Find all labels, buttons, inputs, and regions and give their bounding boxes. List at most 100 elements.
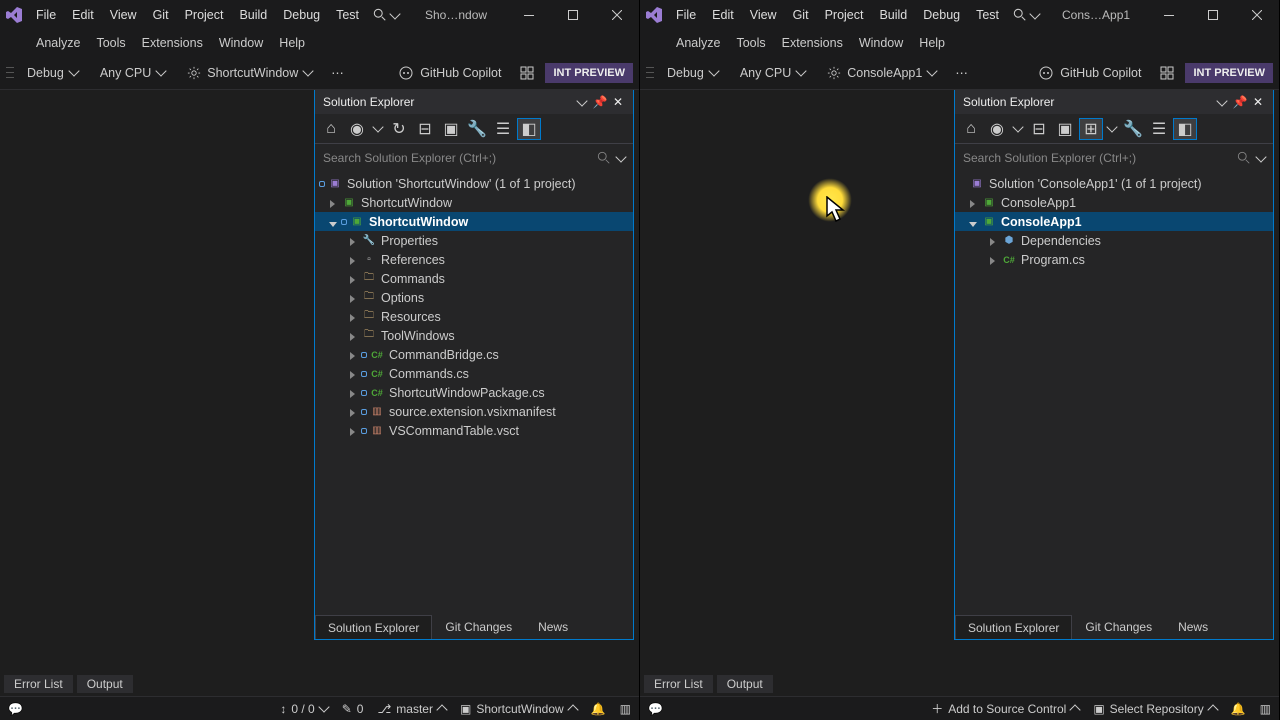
- minimize-button[interactable]: [507, 0, 551, 30]
- startup-project-status[interactable]: ▣ShortcutWindow: [460, 702, 577, 716]
- github-copilot-button[interactable]: GitHub Copilot: [390, 61, 509, 85]
- close-icon[interactable]: ✕: [1251, 95, 1265, 109]
- tree-item[interactable]: C#Commands.cs: [315, 364, 633, 383]
- menu-git[interactable]: Git: [785, 0, 817, 30]
- overflow-button[interactable]: ⋯: [325, 65, 351, 80]
- edits-count[interactable]: ✎0: [342, 702, 364, 716]
- close-button[interactable]: [1235, 0, 1279, 30]
- menu-tools[interactable]: Tools: [88, 30, 133, 56]
- tree-item[interactable]: 🗀Options: [315, 288, 633, 307]
- switch-views-icon[interactable]: ◉: [985, 118, 1009, 140]
- tab-news[interactable]: News: [525, 615, 581, 639]
- home-icon[interactable]: ⌂: [959, 118, 983, 140]
- sync-icon[interactable]: ▣: [439, 118, 463, 140]
- menu-test[interactable]: Test: [328, 0, 367, 30]
- chevron-down-icon[interactable]: [1011, 118, 1025, 140]
- menu-view[interactable]: View: [102, 0, 145, 30]
- chevron-down-icon[interactable]: [615, 151, 626, 162]
- tree-item[interactable]: C#CommandBridge.cs: [315, 345, 633, 364]
- tree-item[interactable]: ▥source.extension.vsixmanifest: [315, 402, 633, 421]
- project-node-bold[interactable]: ▣ConsoleApp1: [955, 212, 1273, 231]
- grip-icon[interactable]: [646, 65, 654, 81]
- collapse-all-icon[interactable]: ⊟: [1027, 118, 1051, 140]
- tree-item[interactable]: 🔧Properties: [315, 231, 633, 250]
- feedback-icon[interactable]: 💬: [8, 702, 23, 716]
- close-button[interactable]: [595, 0, 639, 30]
- config-dropdown[interactable]: Debug: [18, 61, 87, 85]
- tab-output[interactable]: Output: [77, 675, 133, 693]
- solution-node[interactable]: ▣Solution 'ShortcutWindow' (1 of 1 proje…: [315, 174, 633, 193]
- menu-file[interactable]: File: [28, 0, 64, 30]
- search-input[interactable]: [323, 151, 591, 165]
- menu-view[interactable]: View: [742, 0, 785, 30]
- menu-debug[interactable]: Debug: [275, 0, 328, 30]
- menu-window[interactable]: Window: [211, 30, 271, 56]
- layout-icon[interactable]: ▥: [1260, 702, 1271, 716]
- properties-icon[interactable]: 🔧: [1121, 118, 1145, 140]
- properties-icon[interactable]: 🔧: [465, 118, 489, 140]
- sync-icon[interactable]: ▣: [1053, 118, 1077, 140]
- overflow-button[interactable]: ⋯: [949, 65, 975, 80]
- menu-debug[interactable]: Debug: [915, 0, 968, 30]
- int-preview-badge[interactable]: INT PREVIEW: [1185, 63, 1273, 83]
- refresh-icon[interactable]: ↻: [387, 118, 411, 140]
- menu-window[interactable]: Window: [851, 30, 911, 56]
- search-button[interactable]: [1007, 8, 1045, 22]
- tab-news[interactable]: News: [1165, 615, 1221, 639]
- menu-edit[interactable]: Edit: [64, 0, 102, 30]
- menu-extensions[interactable]: Extensions: [134, 30, 211, 56]
- chevron-down-icon[interactable]: [371, 118, 385, 140]
- startup-dropdown[interactable]: ShortcutWindow: [178, 61, 321, 85]
- pin-icon[interactable]: 📌: [593, 95, 607, 109]
- menu-build[interactable]: Build: [871, 0, 915, 30]
- notifications-icon[interactable]: 🔔: [1231, 702, 1246, 716]
- github-copilot-button[interactable]: GitHub Copilot: [1030, 61, 1149, 85]
- menu-build[interactable]: Build: [231, 0, 275, 30]
- config-dropdown[interactable]: Debug: [658, 61, 727, 85]
- menu-help[interactable]: Help: [911, 30, 953, 56]
- menu-help[interactable]: Help: [271, 30, 313, 56]
- tree-item[interactable]: 🗀ToolWindows: [315, 326, 633, 345]
- menu-test[interactable]: Test: [968, 0, 1007, 30]
- tab-error-list[interactable]: Error List: [4, 675, 73, 693]
- menu-file[interactable]: File: [668, 0, 704, 30]
- search-icon[interactable]: [597, 151, 611, 165]
- collapse-all-icon[interactable]: ⊟: [413, 118, 437, 140]
- preview-icon[interactable]: ◧: [1173, 118, 1197, 140]
- tab-solution-explorer[interactable]: Solution Explorer: [315, 615, 432, 639]
- project-node[interactable]: ▣ShortcutWindow: [315, 193, 633, 212]
- menu-project[interactable]: Project: [817, 0, 872, 30]
- window-position-icon[interactable]: [1215, 95, 1229, 109]
- menu-project[interactable]: Project: [177, 0, 232, 30]
- menu-tools[interactable]: Tools: [728, 30, 773, 56]
- layout-icon[interactable]: ▥: [620, 702, 631, 716]
- tree-item[interactable]: ▫References: [315, 250, 633, 269]
- tab-git-changes[interactable]: Git Changes: [432, 615, 525, 639]
- pin-icon[interactable]: 📌: [1233, 95, 1247, 109]
- grip-icon[interactable]: [6, 65, 14, 81]
- close-icon[interactable]: ✕: [611, 95, 625, 109]
- tree-item[interactable]: C#ShortcutWindowPackage.cs: [315, 383, 633, 402]
- window-position-icon[interactable]: [575, 95, 589, 109]
- solution-node[interactable]: ▣Solution 'ConsoleApp1' (1 of 1 project): [955, 174, 1273, 193]
- menu-analyze[interactable]: Analyze: [668, 30, 728, 56]
- tab-solution-explorer[interactable]: Solution Explorer: [955, 615, 1072, 639]
- preview-icon[interactable]: ◧: [517, 118, 541, 140]
- feedback-icon[interactable]: 💬: [648, 702, 663, 716]
- extensions-icon[interactable]: [1159, 65, 1175, 81]
- chevron-down-icon[interactable]: [1105, 118, 1119, 140]
- tab-git-changes[interactable]: Git Changes: [1072, 615, 1165, 639]
- home-icon[interactable]: ⌂: [319, 118, 343, 140]
- show-all-icon[interactable]: ☰: [1147, 118, 1171, 140]
- show-tree-icon[interactable]: ⊞: [1079, 118, 1103, 140]
- project-node-bold[interactable]: ▣ShortcutWindow: [315, 212, 633, 231]
- issues-count[interactable]: ↕0 / 0: [280, 702, 327, 716]
- minimize-button[interactable]: [1147, 0, 1191, 30]
- search-icon[interactable]: [1237, 151, 1251, 165]
- menu-git[interactable]: Git: [145, 0, 177, 30]
- chevron-down-icon[interactable]: [1255, 151, 1266, 162]
- add-source-control[interactable]: ＋Add to Source Control: [931, 700, 1079, 717]
- maximize-button[interactable]: [1191, 0, 1235, 30]
- maximize-button[interactable]: [551, 0, 595, 30]
- tree-item[interactable]: 🗀Commands: [315, 269, 633, 288]
